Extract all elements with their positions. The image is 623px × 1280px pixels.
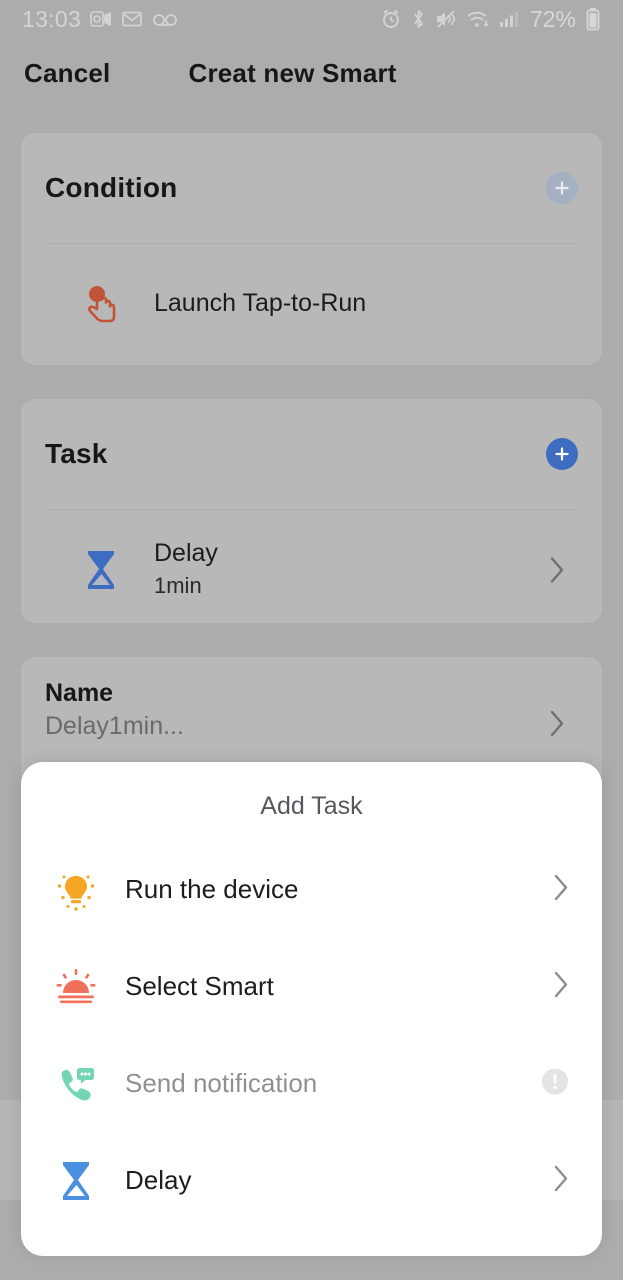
phone-message-icon <box>51 1059 101 1109</box>
sheet-item-run-the-device[interactable]: Run the device <box>21 841 602 938</box>
sheet-item-label: Delay <box>125 1165 192 1195</box>
sunrise-icon <box>51 962 101 1012</box>
sheet-item-label: Send notification <box>125 1068 318 1098</box>
lightbulb-icon <box>51 865 101 915</box>
sheet-item-select-smart[interactable]: Select Smart <box>21 938 602 1035</box>
add-task-sheet: Add Task Run the device Select Smart Sen… <box>21 762 602 1256</box>
chevron-right-icon[interactable] <box>553 1164 570 1198</box>
chevron-right-icon[interactable] <box>553 970 570 1004</box>
sheet-item-send-notification[interactable]: Send notification <box>21 1035 602 1132</box>
sheet-item-label: Run the device <box>125 874 299 904</box>
info-icon[interactable] <box>540 1066 570 1101</box>
sheet-item-delay[interactable]: Delay <box>21 1132 602 1229</box>
sheet-title: Add Task <box>260 792 363 820</box>
sheet-item-label: Select Smart <box>125 971 274 1001</box>
sheet-item-list: Run the device Select Smart Send notific… <box>21 841 602 1229</box>
hourglass-icon <box>51 1156 101 1206</box>
chevron-right-icon[interactable] <box>553 873 570 907</box>
